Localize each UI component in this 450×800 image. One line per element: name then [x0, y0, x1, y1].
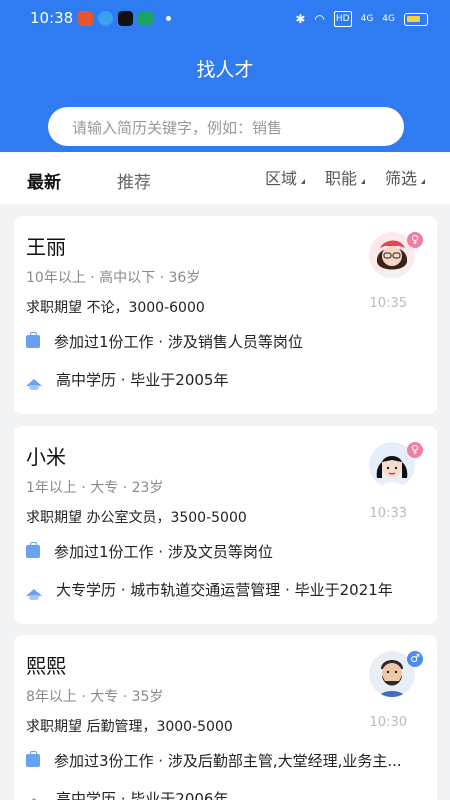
education-row: 高中学历 · 毕业于2005年 [26, 369, 426, 390]
more-notifications-dot [166, 16, 171, 21]
work-experience-text: 参加过1份工作 · 涉及销售人员等岗位 [54, 333, 303, 351]
candidate-card[interactable]: 熙熙 8年以上 · 大专 · 35岁 求职期望 后勤管理，3000-5000 参… [14, 635, 437, 800]
hd-icon: HD [333, 11, 352, 27]
male-icon: ♂ [407, 651, 423, 667]
app-icon-1 [78, 11, 93, 26]
candidate-meta: 8年以上 · 大专 · 35岁 [26, 689, 164, 705]
battery-icon [404, 12, 428, 26]
status-time: 10:38 [30, 9, 74, 27]
signal-icon: 4G [360, 14, 374, 24]
candidate-expectation: 求职期望 不论，3000-6000 [26, 300, 205, 316]
wifi-icon: ◠ [314, 12, 325, 26]
status-right-icons: ✱ ◠ HD 4G 4G [295, 11, 428, 27]
candidate-name: 小米 [26, 445, 66, 469]
female-icon: ♀ [407, 232, 423, 248]
candidate-name: 王丽 [26, 235, 66, 259]
search-input[interactable]: 请输入简历关键字，例如：销售 [48, 107, 404, 146]
work-experience-row: 参加过1份工作 · 涉及文员等岗位 [26, 541, 426, 562]
dropdown-triangle-icon [361, 179, 366, 184]
page-title: 找人才 [196, 59, 254, 81]
graduation-cap-icon [26, 589, 42, 600]
status-app-icons [78, 11, 171, 26]
candidate-expectation: 求职期望 后勤管理，3000-5000 [26, 719, 233, 735]
education-text: 高中学历 · 毕业于2006年 [56, 790, 229, 800]
candidate-meta: 10年以上 · 高中以下 · 36岁 [26, 270, 201, 286]
filter-region-label: 区域 [265, 169, 298, 188]
wechat-icon [138, 11, 153, 26]
briefcase-icon [26, 542, 40, 558]
education-text: 高中学历 · 毕业于2005年 [56, 371, 229, 389]
bluetooth-icon: ✱ [295, 12, 306, 26]
tab-latest[interactable]: 最新 [27, 168, 61, 193]
filter-more[interactable]: 筛选 [385, 165, 426, 189]
filter-position-label: 职能 [325, 169, 358, 188]
candidate-name: 熙熙 [26, 654, 66, 678]
dropdown-triangle-icon [421, 179, 426, 184]
dropdown-triangle-icon [301, 179, 306, 184]
briefcase-icon [26, 751, 40, 767]
filter-position[interactable]: 职能 [325, 165, 366, 189]
candidate-card[interactable]: 小米 1年以上 · 大专 · 23岁 求职期望 办公室文员，3500-5000 … [14, 426, 437, 624]
work-experience-text: 参加过1份工作 · 涉及文员等岗位 [54, 543, 273, 561]
filter-more-label: 筛选 [385, 169, 418, 188]
female-icon: ♀ [407, 442, 423, 458]
app-icon-2 [98, 11, 113, 26]
candidate-card[interactable]: 王丽 10年以上 · 高中以下 · 36岁 求职期望 不论，3000-6000 … [14, 216, 437, 414]
work-experience-row: 参加过3份工作 · 涉及后勤部主管,大堂经理,业务主... [26, 750, 426, 771]
filter-region[interactable]: 区域 [265, 165, 306, 189]
education-row: 大专学历 · 城市轨道交通运营管理 · 毕业于2021年 [26, 579, 426, 600]
header: 10:38 ✱ ◠ HD 4G 4G 找人才 请输入简历关键字，例如：销售 [0, 0, 450, 152]
briefcase-icon [26, 332, 40, 348]
signal-icon: 4G [382, 14, 395, 24]
search-placeholder: 请输入简历关键字，例如：销售 [72, 119, 283, 137]
education-text: 大专学历 · 城市轨道交通运营管理 · 毕业于2021年 [56, 581, 393, 599]
status-bar: 10:38 ✱ ◠ HD 4G 4G [0, 0, 450, 38]
update-time: 10:35 [369, 296, 407, 311]
candidate-meta: 1年以上 · 大专 · 23岁 [26, 480, 164, 496]
graduation-cap-icon [26, 379, 42, 390]
update-time: 10:30 [369, 715, 407, 730]
tab-bar: 最新 推荐 区域 职能 筛选 [0, 152, 450, 204]
update-time: 10:33 [369, 506, 407, 521]
candidate-expectation: 求职期望 办公室文员，3500-5000 [26, 510, 247, 526]
tiktok-icon [118, 11, 133, 26]
work-experience-row: 参加过1份工作 · 涉及销售人员等岗位 [26, 331, 426, 352]
tab-recommend[interactable]: 推荐 [117, 168, 151, 193]
work-experience-text: 参加过3份工作 · 涉及后勤部主管,大堂经理,业务主... [54, 752, 402, 770]
education-row: 高中学历 · 毕业于2006年 [26, 788, 426, 800]
